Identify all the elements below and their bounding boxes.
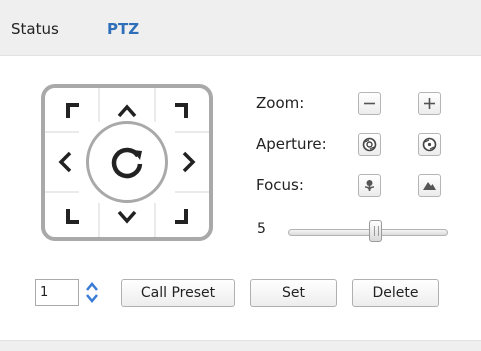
- iris-close-icon: [362, 137, 377, 152]
- pan-up-right-button[interactable]: [163, 94, 197, 128]
- pan-left-button[interactable]: [49, 145, 83, 179]
- corner-up-left-icon: [66, 103, 79, 118]
- chevron-right-icon: [182, 151, 196, 173]
- speed-value: 5: [257, 221, 266, 237]
- plus-icon: [424, 98, 435, 109]
- tab-ptz[interactable]: PTZ: [107, 20, 139, 38]
- aperture-close-button[interactable]: [358, 133, 381, 156]
- spinner-up-down-icon: [86, 282, 98, 303]
- corner-down-left-icon: [66, 209, 79, 224]
- bottom-bar: [0, 340, 481, 351]
- rotate-icon: [111, 147, 143, 179]
- tab-bar: Status PTZ: [0, 0, 481, 56]
- call-preset-button[interactable]: Call Preset: [121, 279, 235, 307]
- preset-spinner[interactable]: [82, 279, 102, 306]
- corner-up-right-icon: [175, 103, 188, 118]
- tab-status[interactable]: Status: [11, 20, 59, 38]
- chevron-down-icon: [117, 210, 137, 224]
- preset-number-input[interactable]: [35, 279, 79, 306]
- iris-open-icon: [422, 137, 437, 152]
- speed-slider-thumb[interactable]: [368, 220, 382, 242]
- pan-up-left-button[interactable]: [57, 94, 91, 128]
- zoom-label: Zoom:: [256, 94, 305, 112]
- ptz-direction-pad: [41, 84, 213, 241]
- pan-down-left-button[interactable]: [57, 199, 91, 233]
- focus-far-button[interactable]: [418, 174, 441, 197]
- flower-macro-icon: [364, 180, 375, 191]
- pan-right-button[interactable]: [171, 145, 205, 179]
- auto-rotate-button[interactable]: [86, 121, 168, 203]
- chevron-left-icon: [58, 151, 72, 173]
- pan-down-right-button[interactable]: [163, 199, 197, 233]
- focus-label: Focus:: [256, 176, 304, 194]
- aperture-label: Aperture:: [256, 135, 327, 153]
- zoom-in-button[interactable]: [418, 92, 441, 115]
- tilt-down-button[interactable]: [110, 199, 144, 233]
- focus-near-button[interactable]: [358, 174, 381, 197]
- zoom-out-button[interactable]: [358, 92, 381, 115]
- minus-icon: [364, 102, 375, 105]
- set-preset-button[interactable]: Set: [250, 279, 337, 307]
- aperture-open-button[interactable]: [418, 133, 441, 156]
- corner-down-right-icon: [175, 209, 188, 224]
- delete-preset-button[interactable]: Delete: [352, 279, 439, 307]
- mountain-icon: [423, 182, 436, 190]
